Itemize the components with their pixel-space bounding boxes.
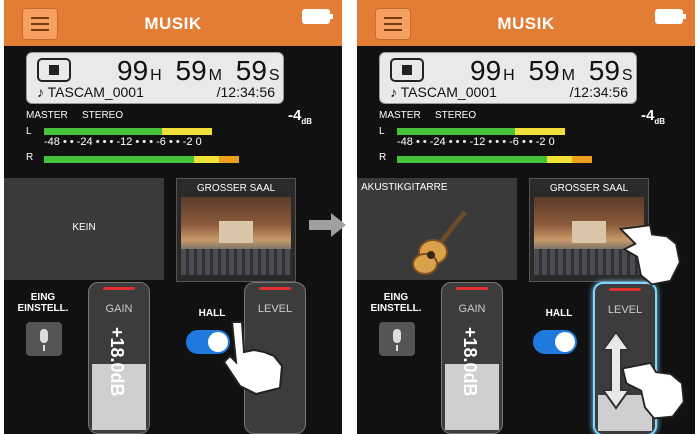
hall-label: HALL <box>545 308 573 319</box>
instrument-panel[interactable]: KEIN <box>4 178 164 280</box>
gain-fader[interactable]: GAIN +18.0dB <box>88 282 150 434</box>
mic-icon[interactable] <box>26 322 62 356</box>
gain-fader[interactable]: GAIN +18.0dB <box>441 282 503 434</box>
stop-icon[interactable] <box>37 58 71 82</box>
meter-scale: -48 • • -24 • • • -12 • • • -6 • • -2 0 <box>397 136 555 148</box>
instrument-panel[interactable]: AKUSTIKGITARRE <box>357 178 517 280</box>
timecode: 99 H 59 M 59 S <box>470 55 633 86</box>
hall-toggle[interactable] <box>533 330 577 354</box>
meter-header: MASTER STEREO -4dB <box>379 107 665 126</box>
channel-r-label: R <box>26 152 34 163</box>
guitar-icon <box>412 210 467 275</box>
screen-after: MUSIK 99 H 59 M 59 S ♪ TASCAM_0001 /12:34:5… <box>357 0 695 434</box>
input-settings-label: EING EINSTELL. <box>370 292 422 314</box>
input-settings-label: EING EINSTELL. <box>17 292 69 314</box>
timecode: 99 H 59 M 59 S <box>117 55 280 86</box>
meter-header: MASTER STEREO -4dB <box>26 107 312 126</box>
stop-icon[interactable] <box>390 58 424 82</box>
channel-r-label: R <box>379 152 387 163</box>
channel-l-label: L <box>26 126 32 137</box>
master-level: -4dB <box>287 107 312 126</box>
arrow-right-icon <box>309 213 346 237</box>
top-bar: MUSIK <box>357 0 695 46</box>
concert-hall-image <box>181 197 291 275</box>
reverb-panel[interactable]: GROSSER SAAL <box>176 178 296 282</box>
meter-scale: -48 • • -24 • • • -12 • • • -6 • • -2 0 <box>44 136 202 148</box>
app-title: MUSIK <box>144 14 202 33</box>
top-bar: MUSIK <box>4 0 342 46</box>
recorder-display: 99 H 59 M 59 S ♪ TASCAM_0001 /12:34:56 <box>379 52 637 104</box>
battery-icon <box>302 9 333 24</box>
hand-pointer-icon <box>222 321 284 396</box>
screen-before: MUSIK 99 H 59 M 59 S ♪ TASCAM_0001 /12:34:5… <box>4 0 342 434</box>
mic-icon[interactable] <box>379 322 415 356</box>
remaining-time: /12:34:56 <box>216 84 275 100</box>
hand-pointer-icon <box>618 224 681 286</box>
battery-icon <box>655 9 686 24</box>
channel-l-label: L <box>379 126 385 137</box>
master-level: -4dB <box>640 107 665 126</box>
gain-value: +18.0dB <box>107 327 127 397</box>
file-name: ♪ TASCAM_0001 <box>390 84 497 100</box>
app-title: MUSIK <box>497 14 555 33</box>
recorder-display: 99 H 59 M 59 S ♪ TASCAM_0001 /12:34:56 <box>26 52 284 104</box>
file-name: ♪ TASCAM_0001 <box>37 84 144 100</box>
gain-value: +18.0dB <box>460 327 480 397</box>
hand-pointer-icon <box>621 361 685 420</box>
remaining-time: /12:34:56 <box>569 84 628 100</box>
